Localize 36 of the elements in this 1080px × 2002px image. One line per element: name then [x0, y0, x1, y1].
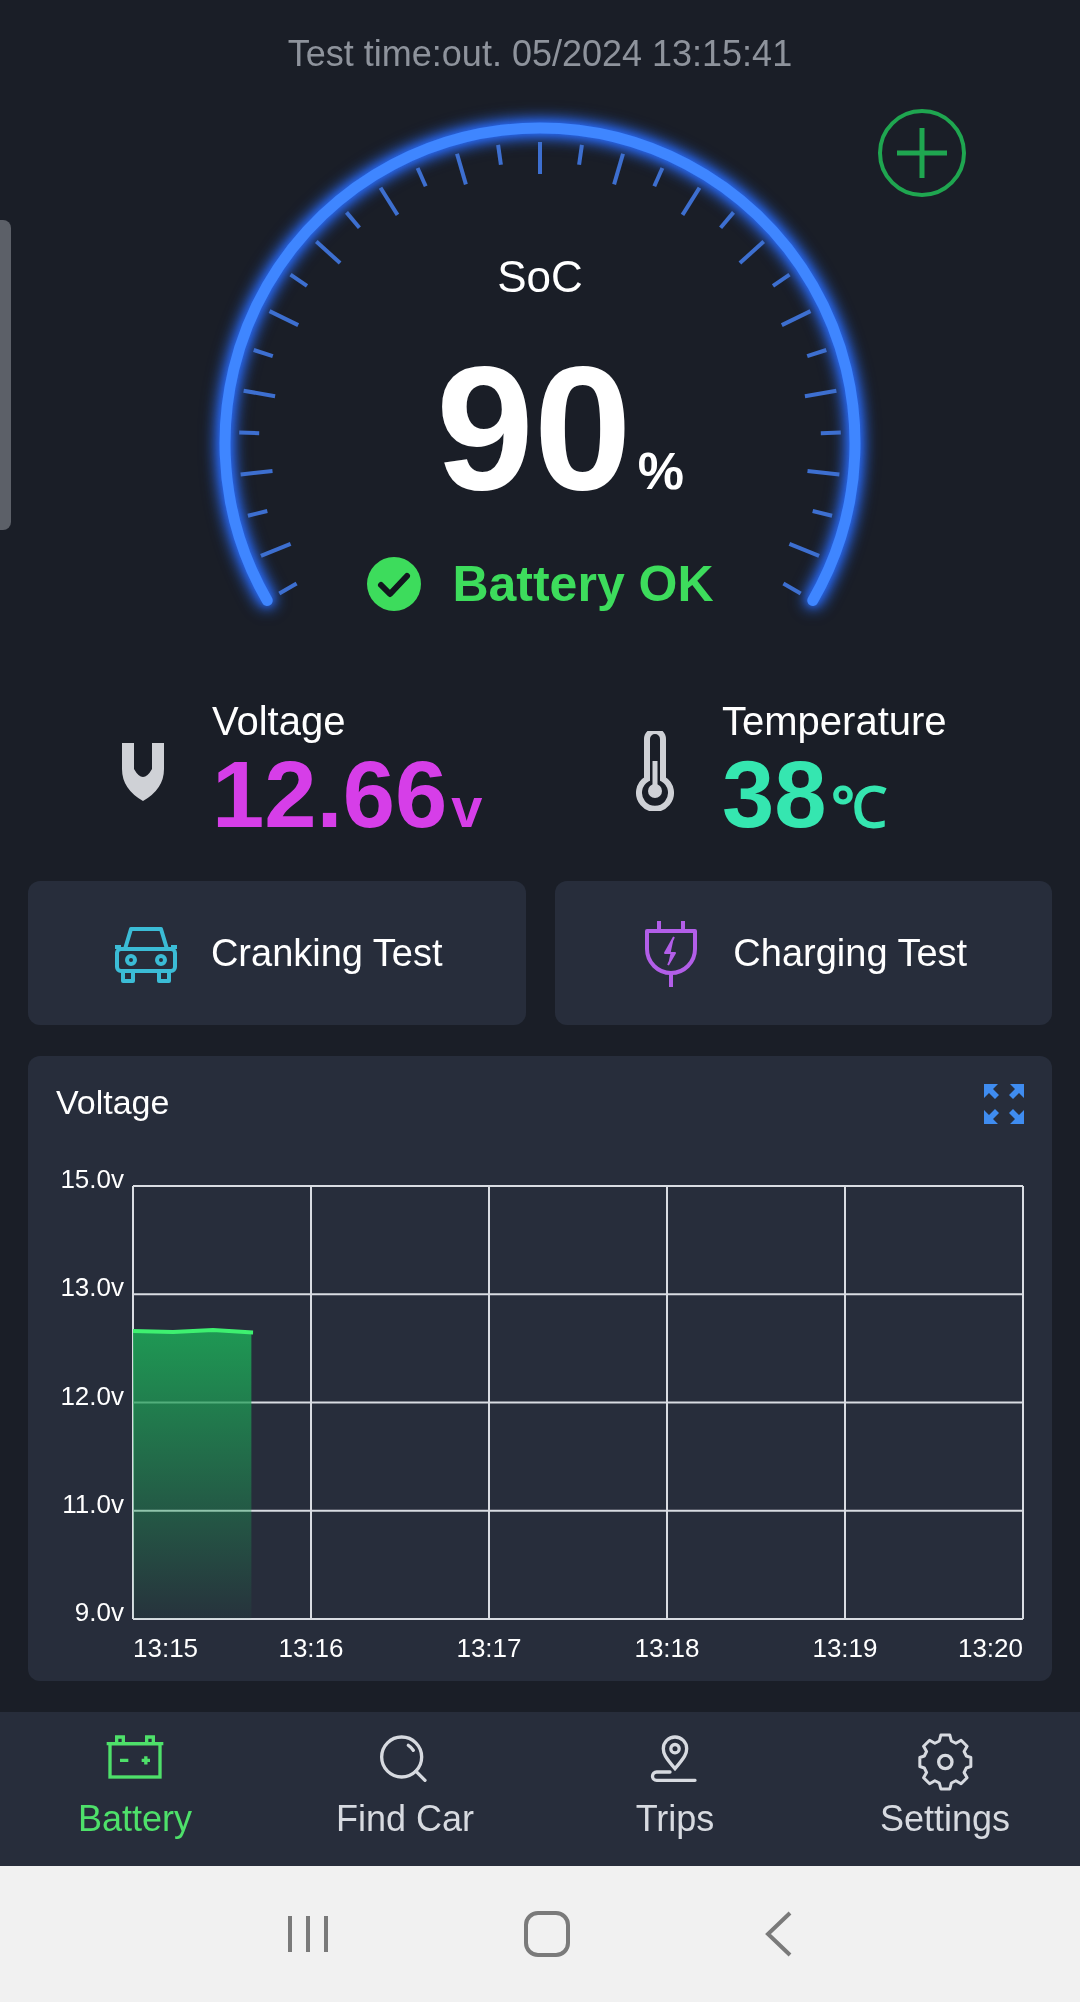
nav-tab[interactable]: Settings	[810, 1712, 1080, 1866]
edge-panel-handle[interactable]	[0, 220, 11, 530]
home-icon[interactable]	[523, 1910, 571, 1958]
reading-value: 38	[722, 744, 827, 845]
nav-tab[interactable]: Battery	[0, 1712, 270, 1866]
axis-label: 9.0v	[74, 1597, 124, 1627]
axis-label: 13.0v	[60, 1272, 124, 1303]
test-button[interactable]: Charging Test	[554, 881, 1052, 1025]
check-circle-icon	[366, 556, 423, 612]
chart-title: Voltage	[56, 1082, 170, 1122]
axis-label: 13:20	[957, 1633, 1023, 1663]
percent-unit: %	[637, 441, 684, 501]
add-button[interactable]	[877, 108, 967, 198]
status-text: Battery OK	[452, 555, 714, 614]
axis-label: 11.0v	[62, 1488, 124, 1519]
nav-tab[interactable]: Find Car	[270, 1712, 540, 1866]
reading-label: Voltage	[212, 697, 347, 745]
reading-label: Temperature	[722, 697, 947, 745]
soc-value: 90	[436, 348, 632, 508]
nav-tab[interactable]: Trips	[540, 1712, 810, 1866]
reading-unit: v	[451, 774, 483, 840]
reading-value: 12.66	[212, 744, 448, 845]
axis-label: 13:19	[812, 1633, 878, 1663]
settings-icon	[915, 1732, 975, 1792]
axis-label: 13:17	[456, 1633, 522, 1663]
test-time: Test time:out. 05/2024 13:15:41	[287, 32, 793, 76]
gauge-label: SoC	[497, 252, 583, 302]
back-icon[interactable]	[763, 1910, 794, 1958]
reading-unit: ℃	[830, 774, 887, 841]
expand-icon[interactable]	[982, 1082, 1026, 1126]
axis-label: 13:15	[133, 1633, 199, 1663]
axis-label: 15.0v	[60, 1164, 124, 1194]
test-button[interactable]: Cranking Test	[28, 881, 526, 1025]
axis-label: 12.0v	[60, 1380, 124, 1411]
axis-label: 13:16	[278, 1633, 344, 1663]
axis-label: 13:18	[634, 1633, 700, 1663]
